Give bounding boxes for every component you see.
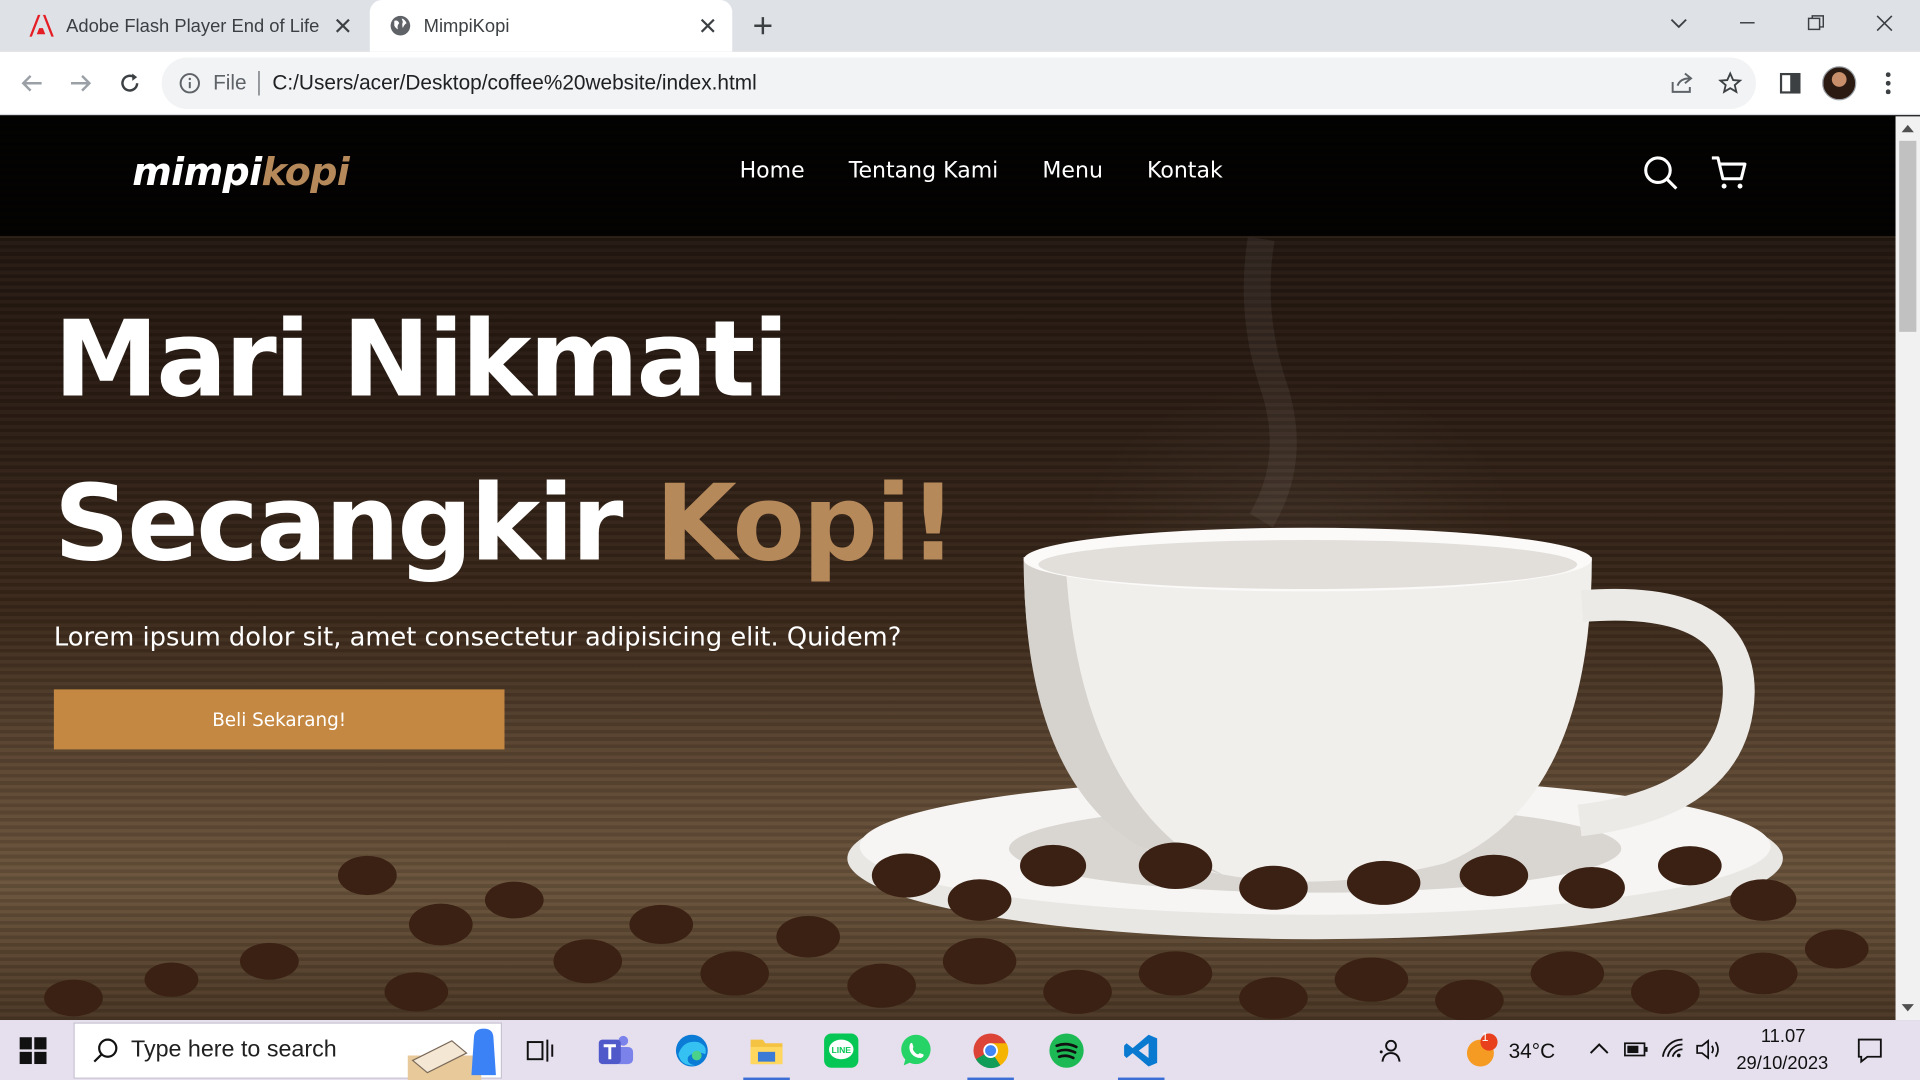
nav-link-menu[interactable]: Menu	[1042, 158, 1103, 184]
close-icon	[1876, 15, 1893, 32]
adobe-icon	[29, 14, 54, 37]
chevron-down-icon	[1670, 18, 1687, 29]
logo-accent-text: kopi	[261, 150, 350, 195]
address-bar[interactable]: File C:/Users/acer/Desktop/coffee%20webs…	[161, 57, 1756, 109]
menu-button[interactable]	[1866, 61, 1910, 105]
battery-icon[interactable]	[1624, 1041, 1648, 1058]
globe-icon	[390, 15, 411, 36]
more-vert-icon	[1885, 72, 1891, 95]
browser-toolbar: File C:/Users/acer/Desktop/coffee%20webs…	[0, 51, 1920, 116]
teams-icon	[598, 1035, 634, 1065]
side-panel-icon	[1779, 72, 1801, 94]
line-icon: LINE	[824, 1033, 859, 1068]
hero-subtitle: Lorem ipsum dolor sit, amet consectetur …	[53, 622, 902, 652]
people-button[interactable]	[1367, 1027, 1414, 1074]
close-window-button[interactable]	[1850, 0, 1919, 47]
arrow-left-icon	[21, 75, 42, 92]
chrome-app[interactable]	[967, 1027, 1014, 1080]
search-icon[interactable]	[1641, 153, 1680, 192]
whatsapp-icon	[901, 1034, 931, 1066]
teams-app[interactable]	[593, 1027, 640, 1074]
tab-search-button[interactable]	[1645, 0, 1714, 47]
chevron-up-icon[interactable]	[1589, 1042, 1609, 1054]
task-view-icon	[526, 1039, 554, 1062]
url-text[interactable]: C:/Users/acer/Desktop/coffee%20website/i…	[272, 71, 756, 95]
edge-icon	[675, 1034, 708, 1067]
page-scrollbar[interactable]	[1895, 116, 1920, 1021]
share-icon[interactable]	[1660, 61, 1704, 105]
tab-title: Adobe Flash Player End of Life	[66, 15, 320, 37]
tab-strip: Adobe Flash Player End of Life MimpiKopi	[0, 0, 1920, 52]
page-viewport: mimpikopi Home Tentang Kami Menu Kontak …	[0, 116, 1896, 1021]
back-button[interactable]	[10, 61, 54, 105]
site-navbar: mimpikopi Home Tentang Kami Menu Kontak	[0, 116, 1896, 238]
windows-start-icon[interactable]	[19, 1037, 47, 1065]
forward-button[interactable]	[59, 61, 103, 105]
hero-title-main: Secangkir	[53, 462, 624, 586]
tab-title: MimpiKopi	[423, 15, 510, 37]
close-icon[interactable]	[691, 9, 725, 43]
file-explorer-icon	[750, 1039, 783, 1065]
vscode-icon	[1124, 1034, 1158, 1067]
info-icon[interactable]	[179, 72, 201, 94]
nav-link-kontak[interactable]: Kontak	[1147, 158, 1223, 184]
people-icon	[1379, 1039, 1401, 1062]
tab-adobe-flash[interactable]: Adobe Flash Player End of Life	[12, 0, 367, 51]
logo-text: mimpi	[132, 150, 262, 195]
volume-icon[interactable]	[1695, 1037, 1722, 1061]
notification-icon[interactable]	[1856, 1037, 1883, 1064]
scroll-down-icon[interactable]	[1896, 998, 1920, 1018]
hero-title-accent: Kopi!	[655, 462, 957, 586]
search-placeholder: Type here to search	[131, 1037, 337, 1063]
new-tab-button[interactable]	[744, 9, 781, 43]
reload-button[interactable]	[108, 61, 152, 105]
taskbar-search-box[interactable]: Type here to search	[73, 1022, 503, 1080]
line-app[interactable]: LINE	[818, 1027, 865, 1074]
weather-badge: 1	[1481, 1031, 1489, 1045]
restore-button[interactable]	[1782, 0, 1851, 47]
search-highlight-icon	[407, 1028, 496, 1080]
tab-mimpikopi[interactable]: MimpiKopi	[369, 0, 733, 52]
divider	[258, 71, 261, 96]
vscode-app[interactable]	[1117, 1027, 1165, 1080]
scroll-up-icon[interactable]	[1896, 119, 1920, 139]
hero-title-line2: Secangkir Kopi!	[54, 471, 957, 576]
chrome-icon	[973, 1033, 1009, 1069]
site-logo[interactable]: mimpikopi	[132, 150, 350, 195]
search-icon	[93, 1038, 118, 1063]
reload-icon	[121, 73, 139, 92]
file-explorer-app[interactable]	[743, 1027, 790, 1080]
buy-now-button[interactable]: Beli Sekarang!	[53, 689, 505, 750]
url-scheme: File	[213, 71, 247, 95]
spotify-icon	[1049, 1033, 1084, 1068]
minimize-icon	[1740, 22, 1755, 24]
side-panel-button[interactable]	[1768, 61, 1812, 105]
hero-title-line1: Mari Nikmati	[53, 298, 789, 422]
minimize-button[interactable]	[1713, 0, 1782, 47]
edge-app[interactable]	[669, 1027, 716, 1074]
avatar[interactable]	[1822, 66, 1857, 101]
clock-time[interactable]: 11.07	[1761, 1026, 1806, 1047]
plus-icon	[754, 17, 772, 35]
weather-temp[interactable]: 34°C	[1509, 1040, 1556, 1064]
arrow-right-icon	[71, 75, 92, 92]
whatsapp-app[interactable]	[893, 1027, 940, 1074]
task-view-button[interactable]	[517, 1027, 564, 1074]
nav-link-tentang-kami[interactable]: Tentang Kami	[849, 158, 999, 184]
svg-text:LINE: LINE	[831, 1045, 851, 1055]
spotify-app[interactable]	[1043, 1027, 1090, 1074]
site-nav: Home Tentang Kami Menu Kontak	[740, 158, 1223, 184]
scrollbar-thumb[interactable]	[1899, 140, 1917, 332]
clock-date[interactable]: 29/10/2023	[1736, 1053, 1828, 1074]
windows-taskbar: Type here to search LINE 1 34°C 11.07 29…	[0, 1020, 1920, 1080]
nav-link-home[interactable]: Home	[740, 158, 805, 184]
wifi-icon[interactable]	[1660, 1037, 1687, 1059]
star-icon[interactable]	[1708, 61, 1752, 105]
close-icon[interactable]	[326, 9, 360, 43]
shopping-cart-icon[interactable]	[1709, 153, 1748, 192]
restore-icon	[1807, 15, 1825, 31]
